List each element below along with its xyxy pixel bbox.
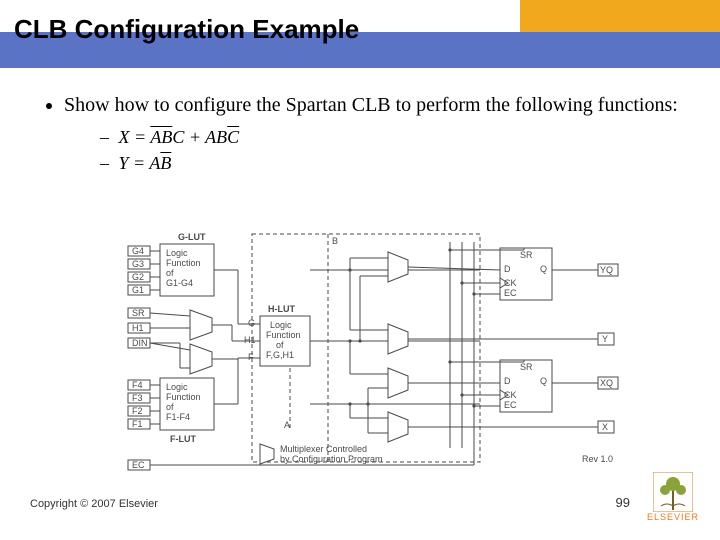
tree-icon <box>653 472 693 512</box>
svg-text:by Configuration Program: by Configuration Program <box>280 454 383 464</box>
svg-text:of: of <box>166 268 174 278</box>
svg-text:G1: G1 <box>132 285 144 295</box>
elsevier-wordmark: ELSEVIER <box>640 512 706 522</box>
svg-text:G: G <box>248 318 255 328</box>
clb-diagram: G-LUT Logic Function of G1-G4 G4 G3 G2 G… <box>120 228 620 474</box>
svg-text:H1: H1 <box>132 323 144 333</box>
mux-xq <box>388 368 408 398</box>
svg-text:EC: EC <box>504 288 517 298</box>
svg-text:EC: EC <box>132 460 145 470</box>
equation-x: – X = ABC + ABC <box>100 125 680 149</box>
svg-text:XQ: XQ <box>600 378 613 388</box>
svg-text:G1-G4: G1-G4 <box>166 278 193 288</box>
svg-text:CK: CK <box>504 390 517 400</box>
svg-text:Rev 1.0: Rev 1.0 <box>582 454 613 464</box>
svg-text:G4: G4 <box>132 246 144 256</box>
elsevier-logo: ELSEVIER <box>640 472 706 528</box>
svg-text:Function: Function <box>166 258 201 268</box>
svg-text:F1: F1 <box>132 419 143 429</box>
mux-bot <box>190 344 212 374</box>
svg-text:Q: Q <box>540 376 547 386</box>
svg-text:Function: Function <box>166 392 201 402</box>
svg-text:F: F <box>248 352 254 362</box>
svg-text:Logic: Logic <box>270 320 292 330</box>
svg-text:B: B <box>332 236 338 246</box>
svg-text:F3: F3 <box>132 393 143 403</box>
svg-text:DIN: DIN <box>132 338 148 348</box>
mux-y <box>388 324 408 354</box>
svg-text:of: of <box>166 402 174 412</box>
svg-text:G3: G3 <box>132 259 144 269</box>
slide-title: CLB Configuration Example <box>14 14 359 45</box>
header-accent-orange <box>520 0 720 32</box>
svg-text:YQ: YQ <box>600 265 613 275</box>
svg-text:H1: H1 <box>244 335 256 345</box>
svg-text:Function: Function <box>266 330 301 340</box>
svg-text:EC: EC <box>504 400 517 410</box>
body-text: Show how to configure the Spartan CLB to… <box>40 92 680 178</box>
label-glut: G-LUT <box>178 232 206 242</box>
svg-text:G2: G2 <box>132 272 144 282</box>
svg-text:F2: F2 <box>132 406 143 416</box>
svg-text:X: X <box>602 422 608 432</box>
svg-text:D: D <box>504 376 511 386</box>
svg-text:SR: SR <box>132 308 145 318</box>
svg-text:Logic: Logic <box>166 382 188 392</box>
svg-text:SR: SR <box>520 362 533 372</box>
label-hlut: H-LUT <box>268 304 295 314</box>
svg-text:F,G,H1: F,G,H1 <box>266 350 294 360</box>
svg-text:CK: CK <box>504 278 517 288</box>
svg-text:Y: Y <box>602 334 608 344</box>
label-flut: F-LUT <box>170 434 196 444</box>
header: CLB Configuration Example <box>0 0 720 68</box>
svg-text:Logic: Logic <box>166 248 188 258</box>
footer-page-number: 99 <box>616 495 630 510</box>
equation-y: – Y = AB <box>100 151 680 175</box>
svg-text:SR: SR <box>520 250 533 260</box>
mux-legend-icon <box>260 444 274 464</box>
svg-text:F1-F4: F1-F4 <box>166 412 190 422</box>
footer-copyright: Copyright © 2007 Elsevier <box>30 498 158 510</box>
mux-top <box>190 310 212 340</box>
slide: CLB Configuration Example Show how to co… <box>0 0 720 540</box>
svg-text:D: D <box>504 264 511 274</box>
svg-text:of: of <box>276 340 284 350</box>
svg-text:Q: Q <box>540 264 547 274</box>
mux-yq <box>388 252 408 282</box>
bullet-main: Show how to configure the Spartan CLB to… <box>64 92 680 119</box>
svg-text:F4: F4 <box>132 380 143 390</box>
svg-text:Multiplexer Controlled: Multiplexer Controlled <box>280 444 367 454</box>
mux-x <box>388 412 408 442</box>
svg-text:A: A <box>284 420 290 430</box>
